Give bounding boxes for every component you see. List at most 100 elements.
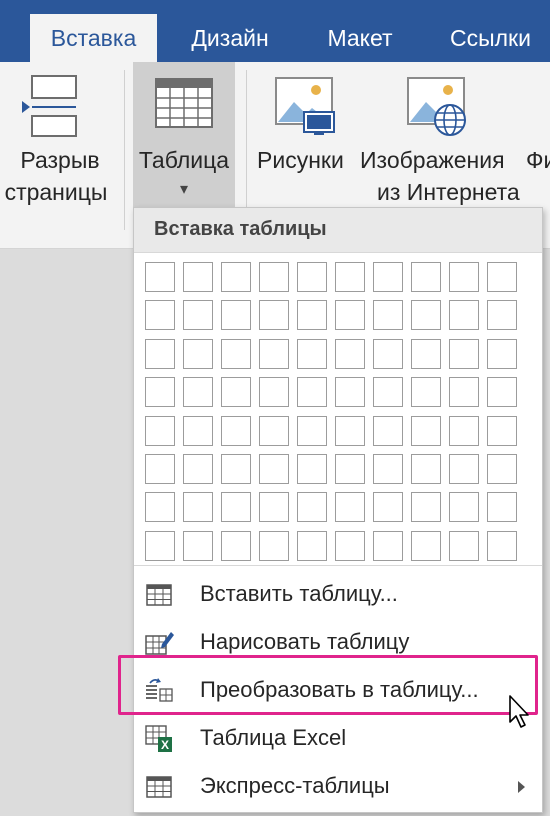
grid-cell[interactable] (259, 300, 289, 331)
grid-cell[interactable] (411, 338, 441, 369)
shapes-label-partial: Фи (526, 147, 550, 173)
grid-cell[interactable] (487, 300, 517, 331)
insert-table-dropdown: Вставка таблицы Вставить таблицу... Нари… (133, 207, 543, 813)
grid-cell[interactable] (183, 338, 213, 369)
grid-cell[interactable] (335, 492, 365, 523)
tab-layout[interactable]: Макет (310, 14, 410, 62)
grid-cell[interactable] (221, 415, 251, 446)
grid-cell[interactable] (221, 530, 251, 561)
grid-cell[interactable] (183, 262, 213, 292)
grid-cell[interactable] (145, 453, 175, 484)
grid-cell[interactable] (449, 338, 479, 369)
pictures-label: Рисунки (257, 147, 344, 173)
grid-cell[interactable] (259, 377, 289, 408)
grid-cell[interactable] (259, 338, 289, 369)
tab-design[interactable]: Дизайн (175, 14, 285, 62)
menu-item-insert-table[interactable]: Вставить таблицу... (134, 572, 542, 618)
grid-cell[interactable] (487, 530, 517, 561)
grid-cell[interactable] (373, 338, 403, 369)
grid-cell[interactable] (145, 530, 175, 561)
grid-cell[interactable] (449, 377, 479, 408)
grid-cell[interactable] (145, 338, 175, 369)
grid-cell[interactable] (183, 300, 213, 331)
grid-cell[interactable] (449, 415, 479, 446)
grid-cell[interactable] (183, 492, 213, 523)
grid-cell[interactable] (335, 338, 365, 369)
grid-cell[interactable] (449, 300, 479, 331)
grid-cell[interactable] (259, 492, 289, 523)
grid-cell[interactable] (449, 492, 479, 523)
grid-cell[interactable] (145, 415, 175, 446)
grid-cell[interactable] (221, 377, 251, 408)
grid-cell[interactable] (183, 453, 213, 484)
grid-cell[interactable] (373, 492, 403, 523)
menu-item-quick-tables[interactable]: Экспресс-таблицы (134, 764, 542, 810)
grid-cell[interactable] (373, 530, 403, 561)
grid-cell[interactable] (411, 453, 441, 484)
grid-cell[interactable] (145, 377, 175, 408)
menu-divider (134, 565, 542, 566)
grid-cell[interactable] (411, 415, 441, 446)
grid-cell[interactable] (487, 262, 517, 292)
grid-cell[interactable] (411, 262, 441, 292)
grid-cell[interactable] (449, 453, 479, 484)
grid-cell[interactable] (411, 530, 441, 561)
grid-cell[interactable] (335, 530, 365, 561)
ribbon-divider (124, 70, 125, 230)
grid-cell[interactable] (221, 338, 251, 369)
grid-cell[interactable] (183, 377, 213, 408)
grid-cell[interactable] (373, 415, 403, 446)
grid-cell[interactable] (487, 492, 517, 523)
grid-cell[interactable] (297, 453, 327, 484)
draw-table-pencil-icon (145, 632, 174, 655)
grid-cell[interactable] (297, 262, 327, 292)
grid-cell[interactable] (297, 492, 327, 523)
grid-cell[interactable] (259, 415, 289, 446)
excel-table-icon: X (145, 725, 172, 752)
grid-cell[interactable] (411, 492, 441, 523)
grid-cell[interactable] (145, 262, 175, 292)
grid-cell[interactable] (259, 262, 289, 292)
grid-cell[interactable] (411, 377, 441, 408)
online-pictures-label-line2: из Интернета (377, 179, 520, 205)
grid-cell[interactable] (221, 300, 251, 331)
grid-cell[interactable] (411, 300, 441, 331)
grid-cell[interactable] (221, 453, 251, 484)
tab-insert[interactable]: Вставка (30, 14, 157, 62)
grid-cell[interactable] (221, 262, 251, 292)
grid-cell[interactable] (183, 415, 213, 446)
grid-cell[interactable] (487, 453, 517, 484)
svg-text:X: X (161, 738, 169, 752)
grid-cell[interactable] (449, 262, 479, 292)
grid-cell[interactable] (297, 377, 327, 408)
grid-cell[interactable] (221, 492, 251, 523)
grid-cell[interactable] (183, 530, 213, 561)
grid-cell[interactable] (297, 300, 327, 331)
grid-cell[interactable] (335, 262, 365, 292)
submenu-arrow-icon (518, 781, 525, 793)
tab-references[interactable]: Ссылки (440, 14, 550, 62)
grid-cell[interactable] (487, 377, 517, 408)
grid-cell[interactable] (145, 492, 175, 523)
grid-cell[interactable] (297, 415, 327, 446)
menu-item-excel-table[interactable]: X Таблица Excel (134, 716, 542, 762)
grid-cell[interactable] (373, 262, 403, 292)
table-size-grid[interactable] (145, 262, 517, 561)
grid-cell[interactable] (449, 530, 479, 561)
grid-cell[interactable] (259, 453, 289, 484)
grid-cell[interactable] (373, 300, 403, 331)
grid-cell[interactable] (487, 338, 517, 369)
table-button[interactable]: Таблица ▾ (133, 62, 235, 207)
grid-cell[interactable] (335, 300, 365, 331)
grid-cell[interactable] (335, 415, 365, 446)
grid-cell[interactable] (373, 377, 403, 408)
grid-cell[interactable] (259, 530, 289, 561)
grid-cell[interactable] (487, 415, 517, 446)
grid-cell[interactable] (373, 453, 403, 484)
page-break-button[interactable]: Разрыв страницы (0, 62, 120, 248)
grid-cell[interactable] (335, 377, 365, 408)
grid-cell[interactable] (297, 338, 327, 369)
grid-cell[interactable] (335, 453, 365, 484)
grid-cell[interactable] (145, 300, 175, 331)
grid-cell[interactable] (297, 530, 327, 561)
